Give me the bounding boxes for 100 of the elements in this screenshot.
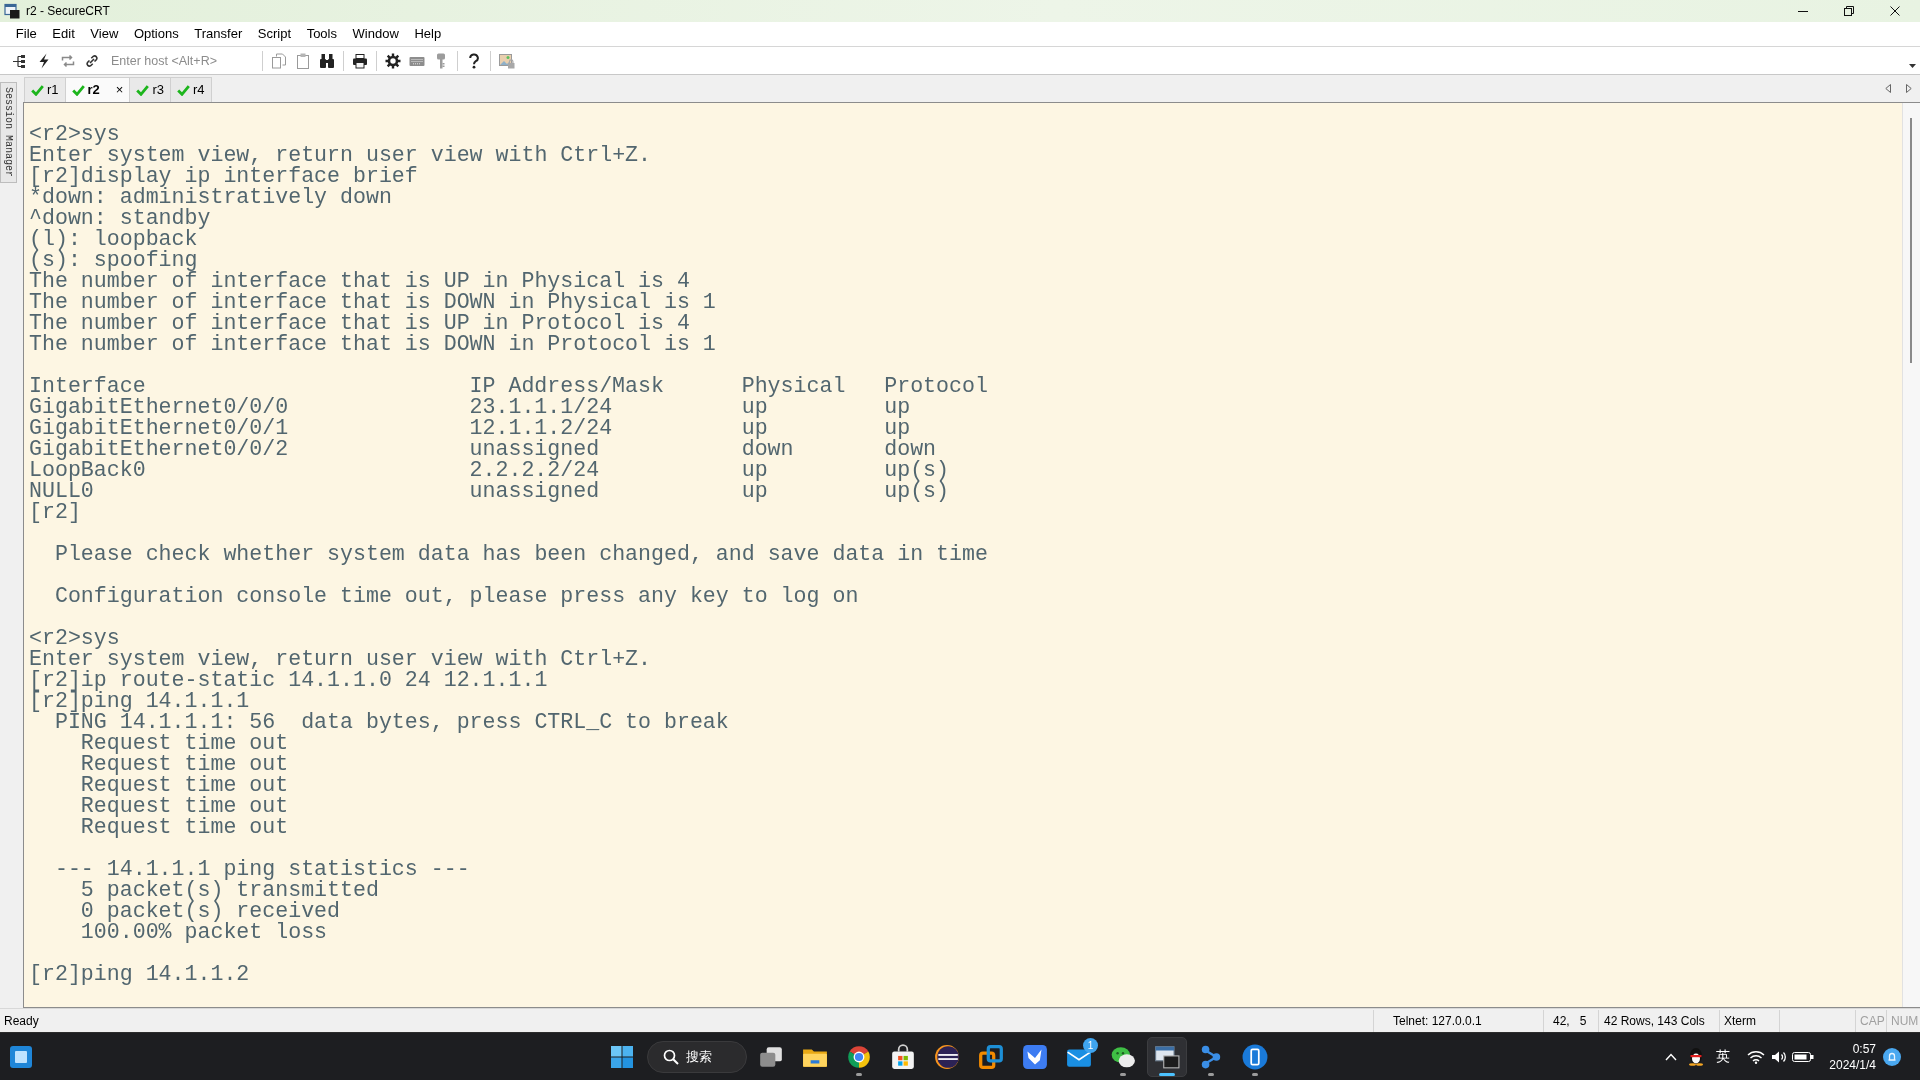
host-input-field[interactable]: Enter host <Alt+R> xyxy=(108,49,254,72)
four-squares-icon[interactable] xyxy=(611,1045,633,1068)
penguin-icon[interactable] xyxy=(1688,1047,1705,1066)
tile-icon[interactable] xyxy=(10,1045,32,1068)
menu-item[interactable]: Transfer xyxy=(186,25,250,43)
menu-item[interactable]: Tools xyxy=(298,25,345,43)
table-value: unassigned xyxy=(469,439,600,460)
clock-date[interactable]: 2024/1/4 xyxy=(1829,1056,1876,1073)
tab[interactable]: r2 × xyxy=(64,77,131,102)
menu-item[interactable]: Edit xyxy=(44,25,83,43)
taskbar-button[interactable] xyxy=(1147,1036,1187,1077)
terminal-line: --- 14.1.1.1 ping statistics --- xyxy=(54,859,470,880)
table-value: down xyxy=(741,439,794,460)
printer-icon[interactable] xyxy=(352,52,368,69)
terminal-line: *down: administratively down xyxy=(29,187,392,208)
terminal-line: Request time out xyxy=(80,796,289,817)
terminal-line: 5 packet(s) transmitted xyxy=(80,880,379,901)
column-heading: IP Address/Mask xyxy=(469,376,664,397)
close-icon[interactable] xyxy=(1890,6,1900,16)
table-value: up xyxy=(884,397,911,418)
v-mark-tile-icon xyxy=(1022,1043,1048,1070)
scrollbar-track[interactable] xyxy=(1902,103,1920,1007)
search-button[interactable]: 搜索 xyxy=(647,1040,747,1073)
terminal-line: [r2] xyxy=(29,502,81,523)
terminal-line: [r2]ping 14.1.1.2 xyxy=(29,964,250,985)
copy-icon[interactable] xyxy=(271,52,287,69)
cursor-position: 42, 5 xyxy=(1543,1009,1598,1032)
striped-circle-icon xyxy=(934,1043,960,1070)
window-title: r2 - SecureCRT xyxy=(26,3,110,20)
tab[interactable]: r1 xyxy=(24,77,66,102)
terminal-type: Xterm xyxy=(1719,1009,1779,1032)
notification-count: 1 xyxy=(1083,1037,1098,1053)
table-value: up xyxy=(884,418,911,439)
table-value: GigabitEthernet0/0/1 xyxy=(29,418,289,439)
terminal-line: [r2]ip route-static 14.1.1.0 24 12.1.1.1 xyxy=(29,670,548,691)
wifi-icon[interactable] xyxy=(1747,1049,1766,1064)
table-value: unassigned xyxy=(469,481,600,502)
terminal-line: [r2]ping 14.1.1.1 xyxy=(29,691,250,712)
table-value: GigabitEthernet0/0/2 xyxy=(29,439,289,460)
table-value: 12.1.1.2/24 xyxy=(469,418,613,439)
link-icon[interactable] xyxy=(84,52,100,69)
menu-item[interactable]: Window xyxy=(344,25,407,43)
terminal-line: ^down: standby xyxy=(29,208,211,229)
status-message: Ready xyxy=(3,1012,39,1030)
gear-icon[interactable] xyxy=(385,52,401,69)
binoculars-icon[interactable] xyxy=(319,52,335,69)
right-arrow-icon[interactable] xyxy=(1906,84,1912,93)
loop-arrows-icon[interactable] xyxy=(60,52,76,69)
terminal-line: (l): loopback xyxy=(29,229,198,250)
terminal-line: The number of interface that is UP in Physical is 4 xyxy=(29,271,690,292)
table-value: up xyxy=(741,460,768,481)
terminal-line: [r2]display ip interface brief xyxy=(29,166,418,187)
tree-icon[interactable] xyxy=(12,52,28,69)
table-value: NULL0 xyxy=(29,481,94,502)
help-icon[interactable] xyxy=(466,52,482,69)
tab[interactable]: r4 xyxy=(170,77,212,102)
terminal-line: 100.00% packet loss xyxy=(80,922,328,943)
table-value: up xyxy=(741,481,768,502)
menu-item[interactable]: Options xyxy=(126,25,187,43)
chevron-up-icon[interactable] xyxy=(1665,1052,1678,1061)
table-value: up(s) xyxy=(884,460,950,481)
terminal-line: Enter system view, return user view with Ctrl+Z. xyxy=(29,145,651,166)
menu-item[interactable]: Script xyxy=(250,25,299,43)
terminal-size: 42 Rows, 143 Cols xyxy=(1598,1009,1719,1032)
terminal-line: (s): spoofing xyxy=(29,250,198,271)
terminal-line: 0 packet(s) received xyxy=(80,901,340,922)
table-value: LoopBack0 xyxy=(29,460,146,481)
left-arrow-icon[interactable] xyxy=(1885,84,1891,93)
input-method-indicator[interactable]: 英 xyxy=(1716,1046,1731,1067)
picture-lock-icon[interactable] xyxy=(499,52,515,69)
column-heading: Protocol xyxy=(884,376,988,397)
restore-icon[interactable] xyxy=(1844,6,1854,16)
notification-icon[interactable] xyxy=(1883,1047,1901,1066)
table-value: down xyxy=(884,439,937,460)
terminal-line: Request time out xyxy=(80,775,289,796)
session-manager-tab[interactable]: Session Manager xyxy=(0,82,17,183)
terminal-line: <r2>sys xyxy=(29,124,120,145)
clock-time[interactable]: 0:57 xyxy=(1852,1040,1876,1057)
battery-icon[interactable] xyxy=(1792,1050,1815,1063)
terminal-line: Please check whether system data has been changed, and save data in time xyxy=(54,544,988,565)
close-tab-button[interactable]: × xyxy=(115,83,124,97)
terminal-line: Enter system view, return user view with Ctrl+Z. xyxy=(29,649,651,670)
clipboard-icon[interactable] xyxy=(295,52,311,69)
table-value: GigabitEthernet0/0/0 xyxy=(29,397,289,418)
tab[interactable]: r3 xyxy=(129,77,171,102)
table-value: up(s) xyxy=(884,481,950,502)
dropdown-arrow-icon[interactable] xyxy=(1909,64,1916,68)
terminal-line: Request time out xyxy=(80,733,289,754)
terminal-line: Request time out xyxy=(80,754,289,775)
scrollbar-thumb[interactable] xyxy=(1910,118,1912,363)
terminal-line: PING 14.1.1.1: 56 data bytes, press CTRL_C to break xyxy=(54,712,729,733)
table-value: 2.2.2.2/24 xyxy=(469,460,600,481)
menu-item[interactable]: File xyxy=(8,25,45,43)
app-windows-icon xyxy=(1154,1043,1180,1070)
terminal-line: <r2>sys xyxy=(29,628,120,649)
terminal-line: Request time out xyxy=(80,817,289,838)
shopping-bag-icon xyxy=(890,1043,916,1070)
menu-item[interactable]: View xyxy=(82,25,127,43)
table-value: 23.1.1.1/24 xyxy=(469,397,613,418)
menu-item[interactable]: Help xyxy=(406,25,449,43)
